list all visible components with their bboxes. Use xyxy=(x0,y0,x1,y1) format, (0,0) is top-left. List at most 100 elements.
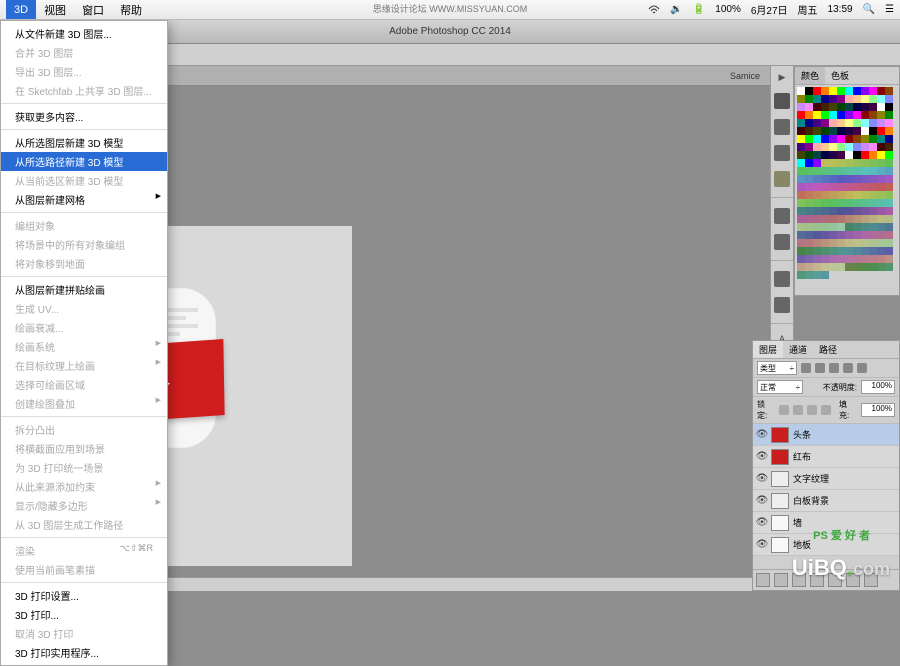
swatch[interactable] xyxy=(813,247,821,255)
swatch[interactable] xyxy=(861,103,869,111)
swatch[interactable] xyxy=(813,87,821,95)
swatch[interactable] xyxy=(821,143,829,151)
swatch[interactable] xyxy=(821,231,829,239)
visibility-icon[interactable]: 👁 xyxy=(753,517,771,528)
swatch[interactable] xyxy=(877,159,885,167)
swatch[interactable] xyxy=(821,271,829,279)
swatch[interactable] xyxy=(829,111,837,119)
swatch[interactable] xyxy=(845,151,853,159)
swatch[interactable] xyxy=(829,95,837,103)
swatch[interactable] xyxy=(877,175,885,183)
swatch[interactable] xyxy=(877,191,885,199)
swatch[interactable] xyxy=(813,191,821,199)
swatch[interactable] xyxy=(861,247,869,255)
swatch[interactable] xyxy=(813,127,821,135)
swatch[interactable] xyxy=(797,199,805,207)
menu-item[interactable]: 从所选路径新建 3D 模型 xyxy=(1,152,167,171)
link-layers-icon[interactable] xyxy=(756,573,770,587)
swatch[interactable] xyxy=(821,255,829,263)
swatch[interactable] xyxy=(797,135,805,143)
menu-item[interactable]: 从图层新建拼贴绘画 xyxy=(1,280,167,299)
swatch[interactable] xyxy=(837,247,845,255)
swatch[interactable] xyxy=(885,87,893,95)
swatch[interactable] xyxy=(813,223,821,231)
swatch[interactable] xyxy=(813,159,821,167)
swatch[interactable] xyxy=(869,119,877,127)
swatch[interactable] xyxy=(877,151,885,159)
swatch[interactable] xyxy=(837,175,845,183)
swatch[interactable] xyxy=(885,103,893,111)
swatch[interactable] xyxy=(797,127,805,135)
swatch[interactable] xyxy=(877,111,885,119)
blend-mode-select[interactable]: 正常÷ xyxy=(757,380,803,394)
swatch[interactable] xyxy=(837,103,845,111)
swatch[interactable] xyxy=(853,263,861,271)
swatch[interactable] xyxy=(805,191,813,199)
swatch[interactable] xyxy=(861,151,869,159)
menu-item[interactable]: 3D 打印... xyxy=(1,605,167,624)
swatch[interactable] xyxy=(821,87,829,95)
menu-window[interactable]: 窗口 xyxy=(74,0,112,19)
swatch[interactable] xyxy=(861,159,869,167)
swatch[interactable] xyxy=(837,87,845,95)
swatch[interactable] xyxy=(821,207,829,215)
lock-position-icon[interactable] xyxy=(807,405,817,415)
swatch[interactable] xyxy=(829,127,837,135)
swatch[interactable] xyxy=(837,159,845,167)
swatch[interactable] xyxy=(829,207,837,215)
swatch[interactable] xyxy=(861,167,869,175)
swatch[interactable] xyxy=(813,215,821,223)
swatch[interactable] xyxy=(877,239,885,247)
swatch[interactable] xyxy=(861,175,869,183)
swatch[interactable] xyxy=(869,143,877,151)
swatch[interactable] xyxy=(829,183,837,191)
swatch[interactable] xyxy=(885,263,893,271)
swatch[interactable] xyxy=(837,135,845,143)
swatch[interactable] xyxy=(797,111,805,119)
layer-row[interactable]: 👁白板背景 xyxy=(753,490,899,512)
swatch[interactable] xyxy=(869,223,877,231)
swatch[interactable] xyxy=(797,263,805,271)
swatch[interactable] xyxy=(845,199,853,207)
swatch[interactable] xyxy=(877,263,885,271)
notification-icon[interactable]: ☰ xyxy=(885,4,894,15)
swatch[interactable] xyxy=(805,95,813,103)
swatch[interactable] xyxy=(877,119,885,127)
swatch[interactable] xyxy=(877,207,885,215)
visibility-icon[interactable]: 👁 xyxy=(753,539,771,550)
swatch[interactable] xyxy=(885,231,893,239)
swatch[interactable] xyxy=(869,247,877,255)
swatch[interactable] xyxy=(885,167,893,175)
swatch[interactable] xyxy=(869,231,877,239)
swatch[interactable] xyxy=(845,167,853,175)
swatch[interactable] xyxy=(845,103,853,111)
swatch[interactable] xyxy=(877,231,885,239)
swatch[interactable] xyxy=(853,223,861,231)
swatch[interactable] xyxy=(845,231,853,239)
swatch[interactable] xyxy=(861,231,869,239)
swatch[interactable] xyxy=(813,111,821,119)
swatch[interactable] xyxy=(837,239,845,247)
menu-item[interactable]: 获取更多内容... xyxy=(1,107,167,126)
swatch[interactable] xyxy=(829,223,837,231)
swatch[interactable] xyxy=(829,239,837,247)
swatch[interactable] xyxy=(885,119,893,127)
menu-help[interactable]: 帮助 xyxy=(112,0,150,19)
swatch[interactable] xyxy=(805,135,813,143)
swatch[interactable] xyxy=(805,239,813,247)
swatch[interactable] xyxy=(861,127,869,135)
swatch[interactable] xyxy=(853,231,861,239)
swatch[interactable] xyxy=(805,175,813,183)
swatch[interactable] xyxy=(853,191,861,199)
swatch[interactable] xyxy=(837,191,845,199)
swatch[interactable] xyxy=(797,167,805,175)
swatch[interactable] xyxy=(861,95,869,103)
swatch[interactable] xyxy=(797,175,805,183)
swatch[interactable] xyxy=(805,215,813,223)
swatch[interactable] xyxy=(829,247,837,255)
swatch[interactable] xyxy=(861,183,869,191)
swatch[interactable] xyxy=(805,119,813,127)
filter-icon[interactable] xyxy=(801,363,811,373)
visibility-icon[interactable]: 👁 xyxy=(753,473,771,484)
swatch[interactable] xyxy=(805,127,813,135)
